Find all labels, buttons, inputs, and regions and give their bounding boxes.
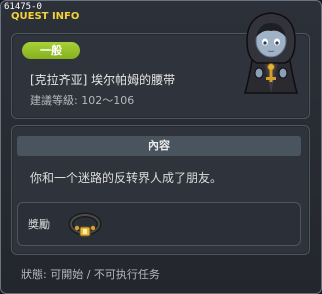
window-title: QUEST INFO	[11, 11, 80, 22]
quest-status: 狀態: 可開始 / 不可执行任务	[21, 268, 160, 281]
reward-box: 獎勵	[17, 202, 301, 246]
recommended-level: 建議等級: 102～106	[30, 94, 135, 107]
quest-info-window: 61475-0 QUEST INFO 一般 [克拉齐亚] 埃尔帕姆的腰带 建議等…	[0, 0, 322, 294]
content-header: 內容	[17, 136, 301, 156]
belt-icon[interactable]	[68, 208, 102, 240]
reward-label: 獎勵	[28, 218, 50, 231]
quest-description: 你和一个迷路的反转界人成了朋友。	[30, 171, 223, 185]
quest-content-panel: 內容 你和一个迷路的反转界人成了朋友。 獎勵	[11, 125, 310, 255]
category-badge: 一般	[22, 42, 80, 59]
npc-portrait	[244, 12, 298, 94]
quest-name: [克拉齐亚] 埃尔帕姆的腰带	[30, 73, 176, 87]
